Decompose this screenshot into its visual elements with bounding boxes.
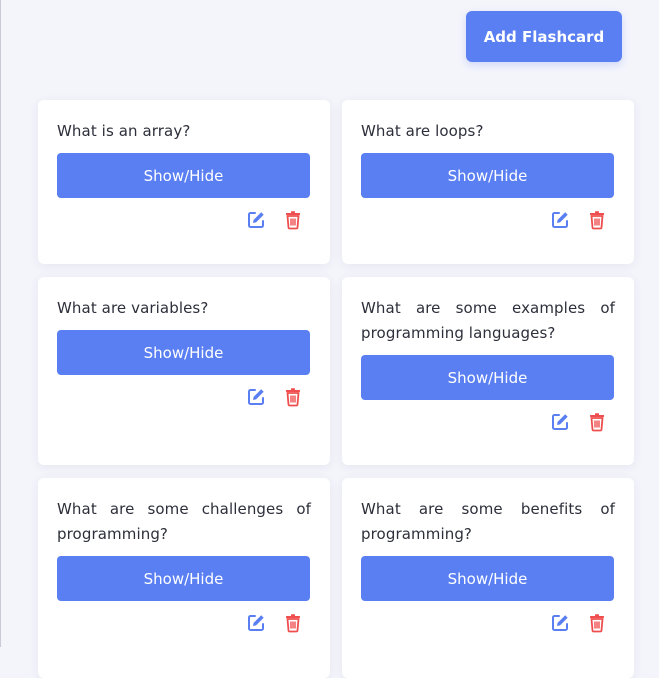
trash-icon[interactable] — [587, 412, 607, 432]
flashcard-question: What are some examples of programming la… — [361, 299, 615, 342]
trash-icon[interactable] — [283, 387, 303, 407]
flashcard-question: What are some challenges of programming? — [57, 500, 311, 543]
show-hide-button[interactable]: Show/Hide — [57, 556, 310, 601]
flashcard: What are some challenges of programming?… — [38, 478, 330, 678]
edit-icon[interactable] — [550, 210, 570, 230]
card-actions — [57, 387, 311, 407]
card-actions — [57, 210, 311, 230]
trash-icon[interactable] — [283, 210, 303, 230]
flashcard-question: What are loops? — [361, 122, 484, 140]
card-actions — [57, 613, 311, 633]
show-hide-button[interactable]: Show/Hide — [361, 153, 614, 198]
show-hide-button[interactable]: Show/Hide — [361, 355, 614, 400]
card-actions — [361, 613, 615, 633]
flashcard-question: What are variables? — [57, 299, 209, 317]
add-flashcard-button[interactable]: Add Flashcard — [466, 11, 622, 62]
edit-icon[interactable] — [246, 613, 266, 633]
flashcard-question: What are some benefits of programming? — [361, 500, 615, 543]
flashcard: What are variables? Show/Hide — [38, 277, 330, 465]
show-hide-button[interactable]: Show/Hide — [361, 556, 614, 601]
edit-icon[interactable] — [550, 412, 570, 432]
flashcard-question: What is an array? — [57, 122, 191, 140]
card-actions — [361, 210, 615, 230]
show-hide-button[interactable]: Show/Hide — [57, 330, 310, 375]
edit-icon[interactable] — [246, 387, 266, 407]
trash-icon[interactable] — [587, 613, 607, 633]
edit-icon[interactable] — [550, 613, 570, 633]
show-hide-button[interactable]: Show/Hide — [57, 153, 310, 198]
flashcard: What are some examples of programming la… — [342, 277, 634, 465]
page-divider — [0, 0, 1, 647]
flashcard-grid: What is an array? Show/Hide What are loo… — [38, 100, 634, 678]
flashcard: What are some benefits of programming? S… — [342, 478, 634, 678]
trash-icon[interactable] — [587, 210, 607, 230]
flashcard: What is an array? Show/Hide — [38, 100, 330, 264]
flashcard: What are loops? Show/Hide — [342, 100, 634, 264]
card-actions — [361, 412, 615, 432]
edit-icon[interactable] — [246, 210, 266, 230]
trash-icon[interactable] — [283, 613, 303, 633]
